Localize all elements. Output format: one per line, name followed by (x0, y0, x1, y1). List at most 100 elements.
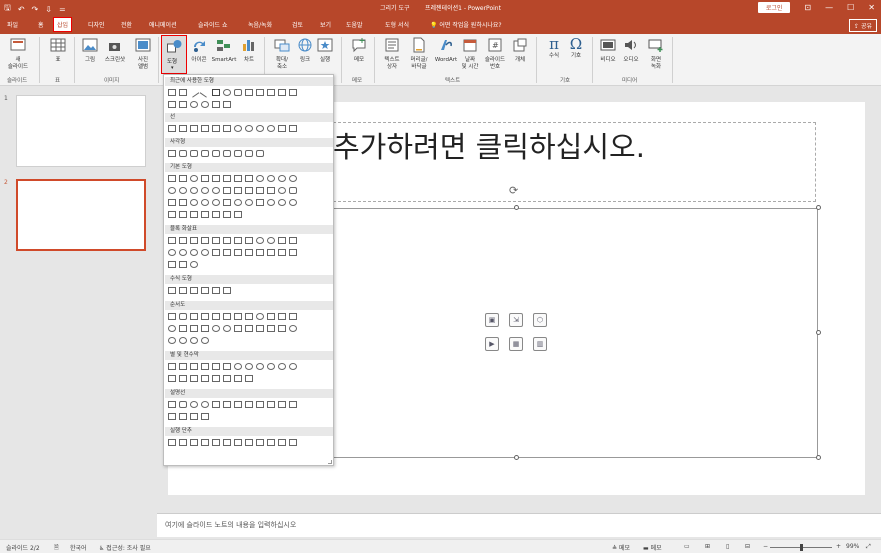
slide-thumbnail-2[interactable] (16, 179, 146, 251)
shape-left-up-arrow[interactable] (278, 237, 286, 244)
shape-right-brace[interactable] (234, 211, 242, 218)
shape-bent-arrow[interactable] (256, 237, 264, 244)
shape-rounded-rectangle[interactable] (234, 89, 242, 96)
shape-action-end[interactable] (201, 439, 209, 446)
shape-flowchart-summing-junction[interactable] (212, 325, 220, 332)
shape-flowchart-extract[interactable] (256, 325, 264, 332)
shape-folded-corner[interactable] (223, 199, 231, 206)
accessibility-status[interactable]: ♿ 접근성: 조사 필요 (99, 543, 151, 552)
shape-star-8[interactable] (234, 363, 242, 370)
shape-heart[interactable] (245, 199, 253, 206)
insert-picture-icon[interactable]: ▣ (485, 313, 499, 327)
minimize-icon[interactable]: — (825, 3, 833, 12)
shape-line-callout-3[interactable] (234, 401, 242, 408)
shape-striped-right-arrow[interactable] (212, 249, 220, 256)
resize-grip-icon[interactable] (328, 460, 332, 464)
resize-handle[interactable] (816, 205, 821, 210)
shape-teardrop[interactable] (212, 187, 220, 194)
shape-vertical-textbox[interactable] (179, 175, 187, 182)
shape-round-single[interactable] (234, 150, 242, 157)
shape-action-back[interactable] (168, 439, 176, 446)
shape-line[interactable] (188, 87, 200, 98)
shape-left-right-up-arrow[interactable] (245, 237, 253, 244)
shape-callout[interactable] (179, 101, 187, 108)
shape-circular-arrow[interactable] (190, 261, 198, 268)
wordart-button[interactable]: WordArt (433, 37, 459, 64)
comment-button[interactable]: 메모 (349, 37, 369, 64)
ribbon-display-options-icon[interactable]: ⊡ (804, 3, 811, 12)
shape-parallelogram[interactable] (223, 175, 231, 182)
shape-moon[interactable] (278, 199, 286, 206)
shape-horizontal-scroll[interactable] (223, 375, 231, 382)
shape-cloud[interactable] (289, 199, 297, 206)
shape-curved-double-arrow[interactable] (256, 125, 264, 132)
shape-star-32[interactable] (289, 363, 297, 370)
shape-line-callout-accent-2[interactable] (267, 401, 275, 408)
shape-up-arrow[interactable] (190, 237, 198, 244)
shape-rounded-rect-callout[interactable] (179, 401, 187, 408)
shape-action-beginning[interactable] (190, 439, 198, 446)
shape-elbow[interactable] (201, 125, 209, 132)
smartart-button[interactable]: SmartArt (210, 37, 238, 64)
redo-icon[interactable]: ↷ (32, 5, 39, 14)
shape-snip-same-side[interactable] (201, 150, 209, 157)
shape-flowchart-punched-tape[interactable] (201, 325, 209, 332)
zoom-level[interactable]: 99% (846, 543, 859, 550)
undo-icon[interactable]: ↶ (18, 5, 25, 14)
shape-double-bracket[interactable] (179, 211, 187, 218)
shape-cross[interactable] (267, 187, 275, 194)
shape-curve[interactable] (267, 125, 275, 132)
rotate-handle-icon[interactable]: ⟳ (509, 184, 518, 197)
insert-video-icon[interactable]: ▶ (485, 337, 499, 351)
shape-quad-arrow-callout[interactable] (179, 261, 187, 268)
shape-curved-ribbon-up[interactable] (190, 375, 198, 382)
new-slide-button[interactable]: 새 슬라이드 (4, 37, 32, 71)
shape-right-arrow-callout[interactable] (256, 249, 264, 256)
tab-review[interactable]: 검토 (292, 20, 303, 29)
shape-flowchart-merge[interactable] (267, 325, 275, 332)
shape-elbow-double-arrow[interactable] (223, 125, 231, 132)
tab-insert[interactable]: 삽입 (52, 17, 73, 32)
shape-star-24[interactable] (278, 363, 286, 370)
shape-up-arrow-callout[interactable] (289, 249, 297, 256)
shape-wave[interactable] (234, 375, 242, 382)
notes-toggle[interactable]: ≜ 메모 (612, 543, 630, 552)
photo-album-button[interactable]: 사진 앨범 (131, 37, 155, 71)
screen-recording-button[interactable]: 화면 녹화 (645, 37, 667, 71)
shape-ribbon-up[interactable] (168, 375, 176, 382)
screenshot-button[interactable]: 스크린샷 (101, 37, 129, 64)
shape-elbow-connector[interactable] (256, 89, 264, 96)
audio-button[interactable]: 오디오 (621, 37, 641, 64)
shape-flowchart-alternate-process[interactable] (179, 313, 187, 320)
shape-donut[interactable] (190, 199, 198, 206)
shape-curve[interactable] (201, 101, 209, 108)
shape-flowchart-direct-access[interactable] (190, 337, 198, 344)
shape-elbow-arrow[interactable] (267, 89, 275, 96)
shape-cloud-callout[interactable] (201, 401, 209, 408)
shape-star-10[interactable] (245, 363, 253, 370)
shape-line-callout-accent-1[interactable] (256, 401, 264, 408)
shape-flowchart-data[interactable] (201, 313, 209, 320)
shape-flowchart-magnetic-disk[interactable] (179, 337, 187, 344)
shape-flowchart-sequential-access[interactable] (168, 337, 176, 344)
shape-decagon[interactable] (168, 187, 176, 194)
shape-line-callout-border-4[interactable] (201, 413, 209, 420)
shape-down-arrow-callout[interactable] (267, 249, 275, 256)
insert-3d-model-icon[interactable]: ⬡ (533, 313, 547, 327)
zoom-out-icon[interactable]: − (763, 543, 768, 550)
shape-flowchart-internal-storage[interactable] (223, 313, 231, 320)
shape-not-equal[interactable] (223, 287, 231, 294)
tab-file[interactable]: 파일 (7, 20, 18, 29)
shape-action-return[interactable] (234, 439, 242, 446)
shape-flowchart-document[interactable] (234, 313, 242, 320)
shape-pie[interactable] (190, 187, 198, 194)
shape-snip-round[interactable] (223, 150, 231, 157)
shape-star-4[interactable] (190, 363, 198, 370)
shape-action-forward[interactable] (179, 439, 187, 446)
login-button[interactable]: 로그인 (757, 2, 791, 13)
shape-flowchart-off-page[interactable] (179, 325, 187, 332)
shape-division[interactable] (201, 287, 209, 294)
shape-flowchart-sort[interactable] (245, 325, 253, 332)
shape-sun[interactable] (267, 199, 275, 206)
normal-view-icon[interactable]: ▭ (684, 543, 690, 550)
